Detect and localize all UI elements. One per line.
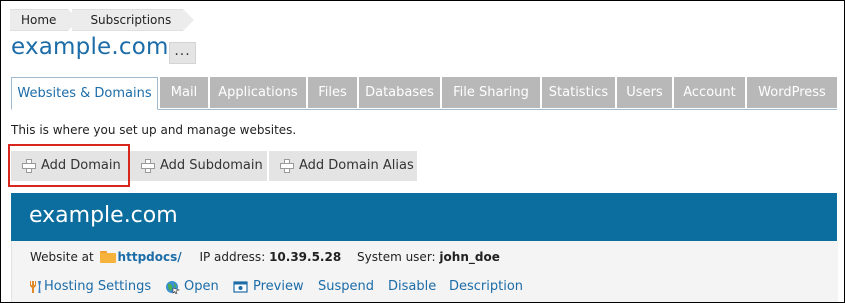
tab-users[interactable]: Users: [617, 77, 672, 108]
ip-address-label: IP address:: [199, 250, 266, 264]
intro-text: This is where you set up and manage webs…: [11, 123, 297, 137]
page-frame: Home Subscriptions example.com ... Websi…: [0, 0, 845, 303]
disable-link[interactable]: Disable: [388, 279, 436, 294]
website-at-label: Website at: [30, 250, 94, 264]
domain-card-title[interactable]: example.com: [29, 203, 178, 228]
page-title: example.com: [11, 34, 169, 60]
tab-mail[interactable]: Mail: [160, 77, 208, 108]
tab-bar: Websites & Domains Mail Applications Fil…: [11, 77, 837, 110]
breadcrumb-home[interactable]: Home: [10, 9, 80, 31]
domain-card-header: example.com: [11, 193, 837, 241]
domain-card: example.com Website at httpdocs/ IP addr…: [11, 193, 838, 302]
description-link[interactable]: Description: [449, 279, 523, 294]
more-actions-button[interactable]: ...: [169, 42, 196, 64]
hosting-settings-icon: [30, 281, 41, 293]
plus-icon: [22, 159, 36, 173]
add-domain-alias-label: Add Domain Alias: [299, 158, 414, 173]
preview-label: Preview: [253, 279, 304, 294]
add-domain-label: Add Domain: [41, 158, 121, 173]
system-user-value: john_doe: [439, 250, 500, 264]
add-subdomain-button[interactable]: Add Subdomain: [130, 151, 267, 181]
tab-account[interactable]: Account: [674, 77, 745, 108]
tab-statistics[interactable]: Statistics: [542, 77, 615, 108]
breadcrumb-subscriptions[interactable]: Subscriptions: [72, 9, 195, 31]
tab-file-sharing[interactable]: File Sharing: [442, 77, 540, 108]
breadcrumb: Home Subscriptions: [10, 9, 195, 31]
tab-databases[interactable]: Databases: [359, 77, 440, 108]
add-subdomain-label: Add Subdomain: [160, 158, 263, 173]
suspend-link[interactable]: Suspend: [318, 279, 374, 294]
hosting-settings-label: Hosting Settings: [44, 279, 152, 294]
docroot-link[interactable]: httpdocs/: [118, 250, 182, 264]
tab-applications[interactable]: Applications: [210, 77, 306, 108]
add-domain-alias-button[interactable]: Add Domain Alias: [269, 151, 417, 181]
plus-icon: [280, 159, 294, 173]
tab-files[interactable]: Files: [308, 77, 357, 108]
tab-websites-domains[interactable]: Websites & Domains: [11, 77, 158, 110]
domain-info-row: Website at httpdocs/ IP address: 10.39.5…: [30, 250, 500, 264]
open-globe-icon: [166, 281, 180, 294]
domain-card-body: Website at httpdocs/ IP address: 10.39.5…: [11, 241, 838, 302]
folder-icon: [99, 251, 116, 263]
add-domain-button[interactable]: Add Domain: [11, 151, 128, 181]
open-label: Open: [184, 279, 219, 294]
system-user-label: System user:: [357, 250, 436, 264]
preview-icon: [233, 281, 248, 293]
ip-address-value: 10.39.5.28: [269, 250, 342, 264]
plus-icon: [141, 159, 155, 173]
tab-wordpress[interactable]: WordPress: [747, 77, 837, 108]
